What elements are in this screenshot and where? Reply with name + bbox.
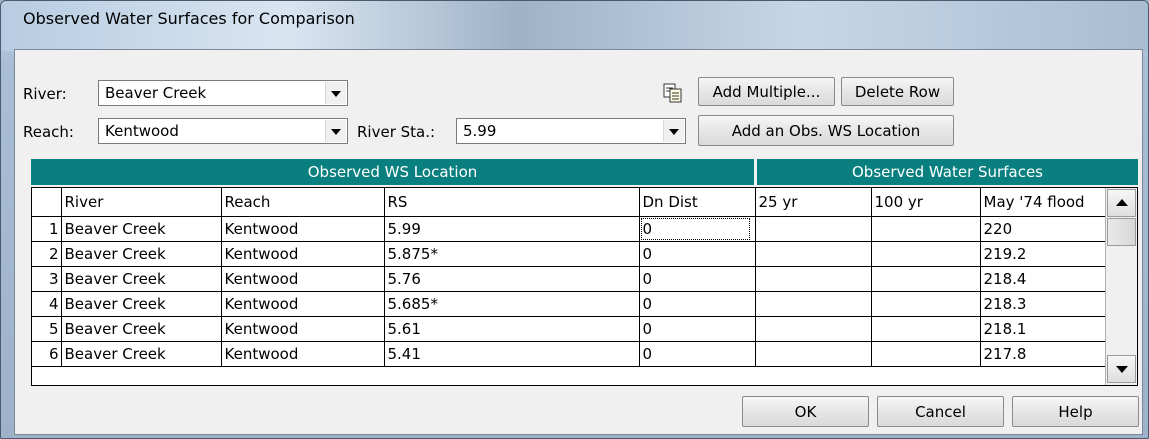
- cell-river[interactable]: Beaver Creek: [61, 241, 222, 267]
- cell-25-yr[interactable]: [755, 266, 872, 292]
- cell-dn-dist[interactable]: 0: [639, 291, 756, 317]
- observed-ws-table: River Reach RS Dn Dist 25 yr 100 yr May …: [31, 187, 1138, 386]
- row-number-header: [32, 188, 62, 217]
- cell-dn-dist[interactable]: 0: [639, 341, 756, 367]
- cell-dn-dist[interactable]: 0: [639, 316, 756, 342]
- scrollbar-thumb[interactable]: [1107, 218, 1136, 246]
- vertical-scrollbar[interactable]: [1105, 188, 1137, 385]
- column-header-river[interactable]: River: [61, 188, 222, 217]
- cell-100-yr[interactable]: [871, 266, 981, 292]
- river-sta-select[interactable]: 5.99: [456, 118, 686, 144]
- row-number[interactable]: 6: [32, 341, 62, 367]
- cell-reach[interactable]: Kentwood: [221, 316, 385, 342]
- cell-rs[interactable]: 5.99: [384, 216, 640, 242]
- column-header-reach[interactable]: Reach: [221, 188, 385, 217]
- chevron-down-icon[interactable]: [325, 120, 346, 142]
- title-bar: Observed Water Surfaces for Comparison: [1, 1, 1148, 51]
- chevron-down-icon[interactable]: [663, 120, 684, 142]
- cell-rs[interactable]: 5.41: [384, 341, 640, 367]
- cell-rs[interactable]: 5.61: [384, 316, 640, 342]
- table-row: 6 Beaver Creek Kentwood 5.41 0 217.8: [32, 341, 1106, 367]
- observed-water-surfaces-header: Observed Water Surfaces: [757, 159, 1138, 185]
- cell-river[interactable]: Beaver Creek: [61, 216, 222, 242]
- river-select[interactable]: Beaver Creek: [98, 80, 348, 106]
- copy-icon[interactable]: [662, 82, 684, 104]
- cell-reach[interactable]: Kentwood: [221, 216, 385, 242]
- river-sta-value: 5.99: [463, 122, 497, 140]
- row-number[interactable]: 3: [32, 266, 62, 292]
- cell-rs[interactable]: 5.875*: [384, 241, 640, 267]
- cell-100-yr[interactable]: [871, 316, 981, 342]
- table-row: 4 Beaver Creek Kentwood 5.685* 0 218.3: [32, 291, 1106, 317]
- column-header-25-yr[interactable]: 25 yr: [755, 188, 872, 217]
- table-header-row: River Reach RS Dn Dist 25 yr 100 yr May …: [32, 188, 1106, 217]
- table-row: 3 Beaver Creek Kentwood 5.76 0 218.4: [32, 266, 1106, 292]
- cell-reach[interactable]: Kentwood: [221, 266, 385, 292]
- column-header-rs[interactable]: RS: [384, 188, 640, 217]
- dialog-window: Observed Water Surfaces for Comparison R…: [0, 0, 1149, 439]
- cell-dn-dist[interactable]: 0: [639, 241, 756, 267]
- cell-may-74-flood[interactable]: 218.3: [980, 291, 1106, 317]
- cell-river[interactable]: Beaver Creek: [61, 266, 222, 292]
- reach-select[interactable]: Kentwood: [98, 118, 348, 144]
- help-button[interactable]: Help: [1012, 396, 1139, 427]
- cell-river[interactable]: Beaver Creek: [61, 341, 222, 367]
- cell-dn-dist[interactable]: 0: [639, 266, 756, 292]
- observed-ws-location-header: Observed WS Location: [31, 159, 754, 185]
- scroll-up-arrow-icon[interactable]: [1107, 189, 1136, 217]
- cell-rs[interactable]: 5.685*: [384, 291, 640, 317]
- cell-25-yr[interactable]: [755, 316, 872, 342]
- column-header-dn-dist[interactable]: Dn Dist: [639, 188, 756, 217]
- river-label: River:: [23, 85, 67, 103]
- cancel-button[interactable]: Cancel: [877, 396, 1004, 427]
- cell-25-yr[interactable]: [755, 216, 872, 242]
- river-select-value: Beaver Creek: [105, 84, 207, 102]
- cell-25-yr[interactable]: [755, 241, 872, 267]
- row-number[interactable]: 5: [32, 316, 62, 342]
- cell-25-yr[interactable]: [755, 341, 872, 367]
- window-title: Observed Water Surfaces for Comparison: [23, 9, 355, 28]
- row-number[interactable]: 1: [32, 216, 62, 242]
- cell-may-74-flood[interactable]: 220: [980, 216, 1106, 242]
- cell-100-yr[interactable]: [871, 291, 981, 317]
- cell-may-74-flood[interactable]: 219.2: [980, 241, 1106, 267]
- column-header-100-yr[interactable]: 100 yr: [871, 188, 981, 217]
- column-header-may-74-flood[interactable]: May '74 flood: [980, 188, 1106, 217]
- chevron-down-icon[interactable]: [325, 82, 346, 104]
- row-number[interactable]: 2: [32, 241, 62, 267]
- table-row: 2 Beaver Creek Kentwood 5.875* 0 219.2: [32, 241, 1106, 267]
- cell-25-yr[interactable]: [755, 291, 872, 317]
- table-row: 5 Beaver Creek Kentwood 5.61 0 218.1: [32, 316, 1106, 342]
- data-table: River Reach RS Dn Dist 25 yr 100 yr May …: [32, 188, 1106, 367]
- cell-dn-dist-value: 0: [640, 217, 750, 240]
- reach-select-value: Kentwood: [105, 122, 179, 140]
- table-row: 1 Beaver Creek Kentwood 5.99 0 220: [32, 216, 1106, 242]
- cell-may-74-flood[interactable]: 218.4: [980, 266, 1106, 292]
- river-sta-label: River Sta.:: [357, 123, 436, 141]
- cell-dn-dist[interactable]: 0: [639, 216, 756, 242]
- cell-100-yr[interactable]: [871, 216, 981, 242]
- row-number[interactable]: 4: [32, 291, 62, 317]
- delete-row-button[interactable]: Delete Row: [841, 77, 954, 106]
- cell-100-yr[interactable]: [871, 241, 981, 267]
- add-multiple-button[interactable]: Add Multiple...: [698, 77, 835, 106]
- cell-may-74-flood[interactable]: 218.1: [980, 316, 1106, 342]
- cell-may-74-flood[interactable]: 217.8: [980, 341, 1106, 367]
- ok-button[interactable]: OK: [742, 396, 869, 427]
- cell-river[interactable]: Beaver Creek: [61, 291, 222, 317]
- scroll-down-arrow-icon[interactable]: [1107, 355, 1136, 383]
- cell-rs[interactable]: 5.76: [384, 266, 640, 292]
- add-obs-ws-location-button[interactable]: Add an Obs. WS Location: [698, 115, 954, 146]
- cell-reach[interactable]: Kentwood: [221, 241, 385, 267]
- cell-reach[interactable]: Kentwood: [221, 341, 385, 367]
- reach-label: Reach:: [23, 123, 74, 141]
- cell-reach[interactable]: Kentwood: [221, 291, 385, 317]
- cell-100-yr[interactable]: [871, 341, 981, 367]
- cell-river[interactable]: Beaver Creek: [61, 316, 222, 342]
